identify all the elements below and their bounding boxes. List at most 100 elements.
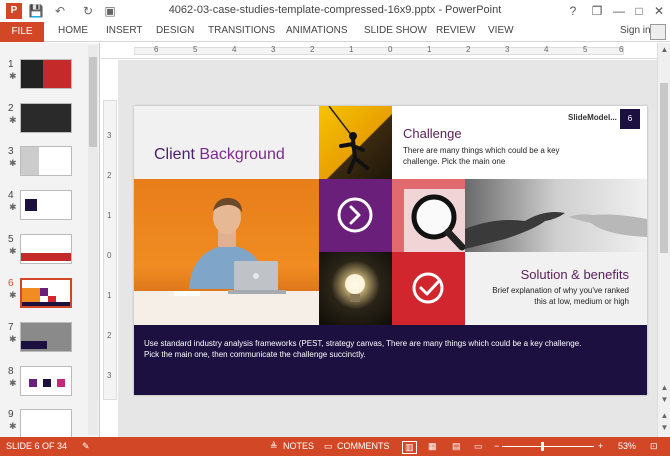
scroll-down-icon[interactable]: ▼ bbox=[659, 395, 670, 404]
scroll-up-icon[interactable]: ▲ bbox=[659, 383, 670, 392]
slide-thumbnail-7[interactable] bbox=[20, 322, 72, 352]
slide-title[interactable]: Client Background bbox=[154, 146, 285, 164]
start-slideshow-icon[interactable]: ▣ bbox=[102, 3, 118, 19]
thumbnail-scrollbar[interactable] bbox=[88, 45, 98, 435]
tab-insert[interactable]: INSERT bbox=[106, 25, 143, 36]
slide-thumbnail-5[interactable] bbox=[20, 234, 72, 264]
editor-scrollbar[interactable]: ▲ ▲ ▼ ▲ ▼ bbox=[657, 43, 670, 437]
footer-text[interactable]: Use standard industry analysis framework… bbox=[144, 338, 594, 360]
slide-thumbnail-1[interactable] bbox=[20, 59, 72, 89]
lightbulb-icon bbox=[345, 274, 365, 302]
magnifying-glass-icon bbox=[392, 179, 465, 252]
slide-thumbnail-2[interactable] bbox=[20, 103, 72, 133]
tab-animations[interactable]: ANIMATIONS bbox=[286, 25, 347, 36]
spell-check-icon[interactable]: ✎ bbox=[82, 441, 90, 452]
comment-icon[interactable]: ▭ bbox=[324, 441, 333, 452]
thumbnail-number: 8 bbox=[8, 366, 14, 377]
thumbnail-number: 5 bbox=[8, 234, 14, 245]
previous-slide-icon[interactable]: ▲ bbox=[659, 411, 670, 420]
ruler-bar bbox=[134, 47, 624, 55]
checkmark-circle-icon bbox=[412, 272, 444, 304]
next-slide-icon[interactable]: ▼ bbox=[659, 423, 670, 432]
normal-view-icon[interactable]: ▥ bbox=[402, 441, 417, 454]
tab-home[interactable]: HOME bbox=[58, 25, 88, 36]
maximize-button[interactable]: □ bbox=[630, 2, 648, 20]
ribbon-display-button[interactable]: ❐ bbox=[588, 2, 606, 20]
scrollbar-handle[interactable] bbox=[89, 57, 97, 147]
solution-text[interactable]: Brief explanation of why you've ranked t… bbox=[479, 285, 629, 307]
ruler-label: 5 bbox=[193, 45, 198, 54]
redo-icon[interactable]: ↻ bbox=[80, 3, 96, 19]
zoom-slider-thumb[interactable] bbox=[541, 442, 544, 451]
magnifier-image[interactable] bbox=[392, 179, 465, 252]
slide-thumbnail-8[interactable] bbox=[20, 366, 72, 396]
challenge-heading[interactable]: Challenge bbox=[403, 126, 462, 141]
title-part-1: Client bbox=[154, 146, 200, 163]
tab-design[interactable]: DESIGN bbox=[156, 25, 194, 36]
avatar[interactable] bbox=[650, 24, 666, 40]
notes-icon[interactable]: ≜ bbox=[270, 441, 278, 452]
man-with-laptop-image[interactable] bbox=[134, 179, 319, 325]
save-icon[interactable]: 💾 bbox=[28, 3, 44, 19]
animation-star-icon: ✱ bbox=[9, 246, 17, 256]
ruler-label: 3 bbox=[107, 131, 112, 140]
sign-in-link[interactable]: Sign in bbox=[620, 25, 651, 36]
ruler-label: 3 bbox=[271, 45, 276, 54]
animation-star-icon: ✱ bbox=[9, 115, 17, 125]
zoom-in-button[interactable]: + bbox=[598, 441, 603, 451]
ruler-label: 2 bbox=[310, 45, 315, 54]
touching-hands-image[interactable] bbox=[465, 179, 647, 252]
solution-heading[interactable]: Solution & benefits bbox=[521, 267, 629, 282]
comments-button[interactable]: COMMENTS bbox=[337, 441, 390, 451]
tab-view[interactable]: VIEW bbox=[488, 25, 514, 36]
climber-image[interactable] bbox=[319, 106, 392, 179]
notes-button[interactable]: NOTES bbox=[283, 441, 314, 451]
solution-panel: Solution & benefits Brief explanation of… bbox=[465, 252, 647, 325]
slide-thumbnail-4[interactable] bbox=[20, 190, 72, 220]
tab-transitions[interactable]: TRANSITIONS bbox=[208, 25, 275, 36]
slide-thumbnail-9[interactable] bbox=[20, 409, 72, 439]
checkmark-tile[interactable] bbox=[392, 252, 465, 325]
scroll-up-icon[interactable]: ▲ bbox=[659, 45, 670, 54]
close-button[interactable]: ✕ bbox=[650, 2, 668, 20]
tab-file[interactable]: FILE bbox=[0, 22, 44, 42]
slidemodel-logo: SlideModel... bbox=[568, 113, 617, 122]
minimize-button[interactable]: — bbox=[610, 2, 628, 20]
lightbulb-image[interactable] bbox=[319, 252, 392, 325]
window-title: 4062-03-case-studies-template-compressed… bbox=[168, 4, 502, 16]
ruler-label: 6 bbox=[154, 45, 159, 54]
slide-canvas[interactable]: Client Background Challenge There are ma… bbox=[134, 106, 647, 395]
scrollbar-handle[interactable] bbox=[660, 83, 668, 253]
ruler-label: 2 bbox=[466, 45, 471, 54]
undo-icon[interactable]: ↶ bbox=[52, 3, 68, 19]
ruler-label: 2 bbox=[107, 171, 112, 180]
slide-thumbnail-3[interactable] bbox=[20, 146, 72, 176]
ruler-label: 0 bbox=[107, 251, 112, 260]
slide-sorter-icon[interactable]: ▦ bbox=[428, 441, 437, 452]
ruler-label: 3 bbox=[107, 371, 112, 380]
zoom-out-button[interactable]: − bbox=[494, 441, 499, 451]
fit-slide-icon[interactable]: ⊡ bbox=[650, 441, 658, 452]
thumbnail-number: 3 bbox=[8, 146, 14, 157]
reading-view-icon[interactable]: ▤ bbox=[452, 441, 461, 452]
help-button[interactable]: ? bbox=[564, 2, 582, 20]
slide-show-icon[interactable]: ▭ bbox=[474, 441, 483, 452]
tab-slide-show[interactable]: SLIDE SHOW bbox=[364, 25, 427, 36]
zoom-level[interactable]: 53% bbox=[618, 441, 636, 451]
animation-star-icon: ✱ bbox=[9, 158, 17, 168]
zoom-slider[interactable] bbox=[502, 446, 594, 447]
ruler-label: 1 bbox=[427, 45, 432, 54]
slide-thumbnail-6[interactable] bbox=[20, 278, 72, 308]
next-arrow-tile[interactable] bbox=[319, 179, 392, 252]
title-part-2: Background bbox=[199, 146, 285, 163]
thumbnail-number: 6 bbox=[8, 278, 14, 289]
animation-star-icon: ✱ bbox=[9, 334, 17, 344]
ruler-label: 1 bbox=[107, 291, 112, 300]
tab-review[interactable]: REVIEW bbox=[436, 25, 475, 36]
challenge-text[interactable]: There are many things which could be a k… bbox=[403, 145, 583, 167]
title-panel: Client Background bbox=[134, 106, 319, 179]
ruler-label: 3 bbox=[505, 45, 510, 54]
ruler-label: 0 bbox=[388, 45, 393, 54]
thumbnail-number: 7 bbox=[8, 322, 14, 333]
footer-panel: Use standard industry analysis framework… bbox=[134, 325, 647, 395]
